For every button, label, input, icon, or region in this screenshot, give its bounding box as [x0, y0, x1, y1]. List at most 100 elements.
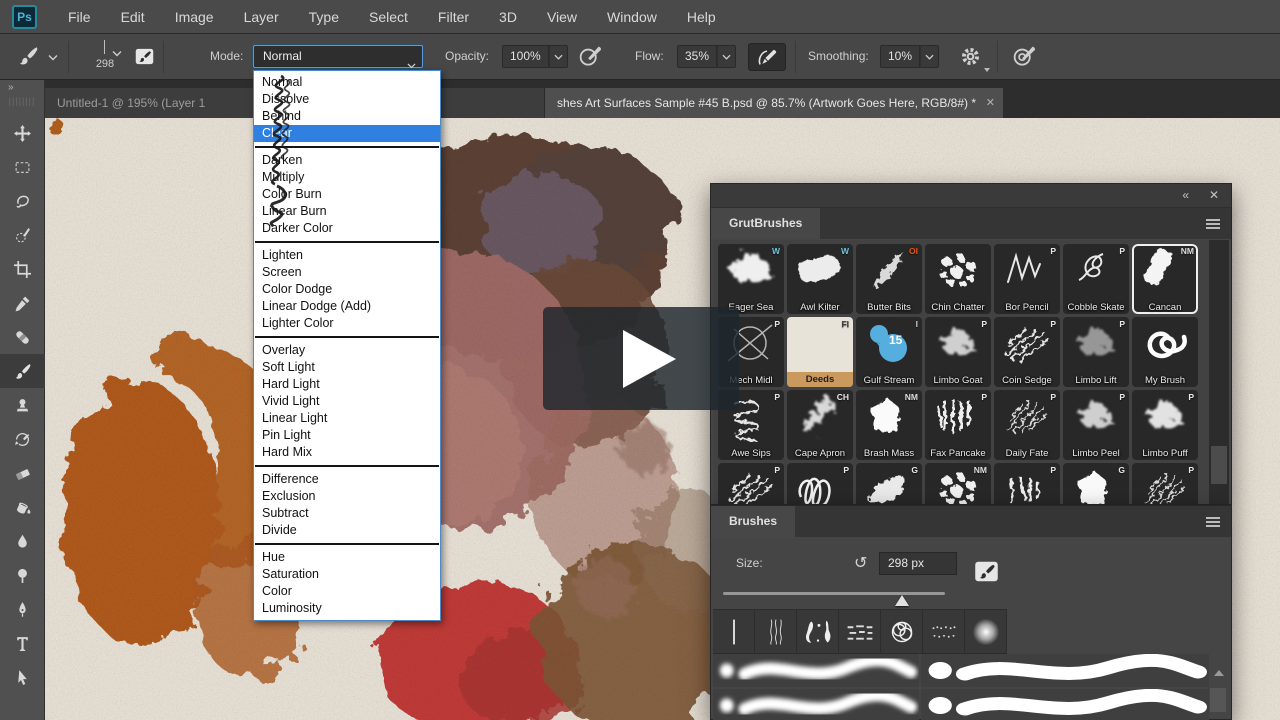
tab-grutbrushes[interactable]: GrutBrushes: [711, 208, 820, 239]
brush-butter-bits[interactable]: OIButter Bits: [856, 244, 922, 314]
airbrush-toggle-icon[interactable]: [748, 43, 786, 71]
brush-tip-dash-texture[interactable]: [839, 609, 881, 654]
brush-eager-sea[interactable]: WEager Sea: [718, 244, 784, 314]
dodge-tool[interactable]: [0, 558, 45, 592]
blend-mode-darken[interactable]: Darken: [254, 152, 440, 169]
pen-tool[interactable]: [0, 592, 45, 626]
blend-mode-multiply[interactable]: Multiply: [254, 169, 440, 186]
tab-brushes[interactable]: Brushes: [711, 506, 795, 537]
brush-limbo-peel[interactable]: PLimbo Peel: [1063, 390, 1129, 460]
brush-tip-fiber-lines[interactable]: [755, 609, 797, 654]
blend-mode-saturation[interactable]: Saturation: [254, 566, 440, 583]
brush-preset-chevron-icon[interactable]: [48, 54, 58, 61]
brush-tip-speck-rows[interactable]: [923, 609, 965, 654]
soft-stroke-preview[interactable]: [713, 654, 919, 687]
panel-menu-icon[interactable]: [1205, 515, 1221, 527]
brush-grid-scrollbar[interactable]: [1209, 240, 1229, 504]
brush-tool[interactable]: [0, 354, 45, 388]
brush-deeds[interactable]: FIDeeds: [787, 317, 853, 387]
menu-layer[interactable]: Layer: [229, 0, 294, 34]
flow-value[interactable]: 35%: [677, 45, 717, 68]
brush-my-brush[interactable]: My Brush: [1132, 317, 1198, 387]
brush-limbo-puff[interactable]: PLimbo Puff: [1132, 390, 1198, 460]
blend-mode-screen[interactable]: Screen: [254, 264, 440, 281]
size-slider[interactable]: [723, 590, 945, 604]
brush-unnamed[interactable]: P: [718, 463, 784, 504]
blend-mode-overlay[interactable]: Overlay: [254, 342, 440, 359]
brush-tip-splatter-marks[interactable]: [797, 609, 839, 654]
brush-tip-scatter-blob[interactable]: [881, 609, 923, 654]
brush-limbo-goat[interactable]: PLimbo Goat: [925, 317, 991, 387]
toggle-brush-settings-icon[interactable]: [134, 46, 155, 67]
blend-mode-vivid-light[interactable]: Vivid Light: [254, 393, 440, 410]
hard-stroke-preview[interactable]: [921, 689, 1209, 720]
blend-mode-linear-light[interactable]: Linear Light: [254, 410, 440, 427]
close-panel-icon[interactable]: ✕: [1209, 188, 1219, 202]
menu-view[interactable]: View: [532, 0, 592, 34]
blend-mode-darker-color[interactable]: Darker Color: [254, 220, 440, 237]
hard-stroke-preview[interactable]: [921, 654, 1209, 687]
collapse-panel-icon[interactable]: «: [1182, 188, 1189, 202]
blend-mode-soft-light[interactable]: Soft Light: [254, 359, 440, 376]
blur-tool[interactable]: [0, 524, 45, 558]
opacity-value[interactable]: 100%: [502, 45, 549, 68]
blend-mode-exclusion[interactable]: Exclusion: [254, 488, 440, 505]
soft-stroke-preview[interactable]: [713, 689, 919, 720]
menu-filter[interactable]: Filter: [423, 0, 484, 34]
brush-unnamed[interactable]: NM: [925, 463, 991, 504]
close-tab-icon[interactable]: ✕: [986, 88, 995, 118]
brush-brash-mass[interactable]: NMBrash Mass: [856, 390, 922, 460]
flow-chevron-icon[interactable]: [717, 45, 736, 68]
video-play-overlay[interactable]: [543, 307, 739, 410]
blend-mode-hue[interactable]: Hue: [254, 549, 440, 566]
blend-mode-clear[interactable]: Clear: [254, 125, 440, 142]
brush-unnamed[interactable]: P: [1132, 463, 1198, 504]
menu-edit[interactable]: Edit: [106, 0, 160, 34]
menu-image[interactable]: Image: [160, 0, 229, 34]
brush-unnamed[interactable]: G: [1063, 463, 1129, 504]
blend-mode-normal[interactable]: Normal: [254, 74, 440, 91]
brush-gulf-stream[interactable]: 15IGulf Stream: [856, 317, 922, 387]
brush-limbo-lift[interactable]: PLimbo Lift: [1063, 317, 1129, 387]
toolbar-grip[interactable]: ||||||||: [9, 96, 36, 110]
panel-menu-icon[interactable]: [1205, 217, 1221, 229]
move-tool[interactable]: [0, 116, 45, 150]
size-value-field[interactable]: 298 px: [879, 552, 957, 575]
blend-mode-behind[interactable]: Behind: [254, 108, 440, 125]
eraser-tool[interactable]: [0, 456, 45, 490]
history-brush-tool[interactable]: [0, 422, 45, 456]
blend-mode-pin-light[interactable]: Pin Light: [254, 427, 440, 444]
pressure-size-icon[interactable]: [1012, 45, 1036, 68]
pressure-opacity-icon[interactable]: [578, 45, 602, 68]
brush-bor-pencil[interactable]: PBor Pencil: [994, 244, 1060, 314]
type-tool[interactable]: [0, 626, 45, 660]
menu-help[interactable]: Help: [672, 0, 731, 34]
brush-fax-pancake[interactable]: PFax Pancake: [925, 390, 991, 460]
paint-bucket-tool[interactable]: [0, 490, 45, 524]
eyedropper-tool[interactable]: [0, 286, 45, 320]
blend-mode-color-burn[interactable]: Color Burn: [254, 186, 440, 203]
brush-size-preview[interactable]: 298: [78, 38, 132, 76]
marquee-tool[interactable]: [0, 150, 45, 184]
blend-mode-hard-light[interactable]: Hard Light: [254, 376, 440, 393]
brush-tip-thin-line[interactable]: [713, 609, 755, 654]
brush-cape-apron[interactable]: CHCape Apron: [787, 390, 853, 460]
brush-tip-soft-round[interactable]: [965, 609, 1007, 654]
menu-type[interactable]: Type: [294, 0, 354, 34]
smoothing-options-gear-icon[interactable]: [960, 46, 981, 67]
smoothing-chevron-icon[interactable]: [920, 45, 939, 68]
blend-mode-hard-mix[interactable]: Hard Mix: [254, 444, 440, 461]
menu-window[interactable]: Window: [592, 0, 672, 34]
new-brush-from-tip-icon[interactable]: [973, 558, 1000, 588]
blend-mode-dissolve[interactable]: Dissolve: [254, 91, 440, 108]
healing-brush-tool[interactable]: [0, 320, 45, 354]
blend-mode-luminosity[interactable]: Luminosity: [254, 600, 440, 617]
brush-cancan[interactable]: NMCancan: [1132, 244, 1198, 314]
scrollbar-thumb[interactable]: [1210, 688, 1226, 712]
brush-unnamed[interactable]: P: [994, 463, 1060, 504]
brush-unnamed[interactable]: P: [787, 463, 853, 504]
brush-awl-kilter[interactable]: WAwl Kilter: [787, 244, 853, 314]
blend-mode-difference[interactable]: Difference: [254, 471, 440, 488]
clone-stamp-tool[interactable]: [0, 388, 45, 422]
slider-track[interactable]: [723, 592, 945, 595]
